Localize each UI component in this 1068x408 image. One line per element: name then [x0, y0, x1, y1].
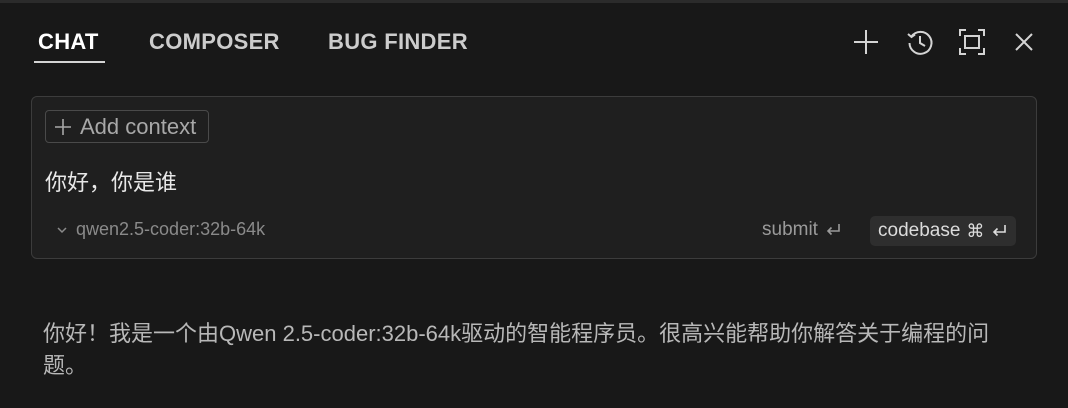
command-key-icon: ⌘ [966, 220, 985, 242]
tab-bug-finder[interactable]: BUG FINDER [328, 29, 468, 55]
plus-icon[interactable] [851, 27, 881, 57]
codebase-label: codebase [878, 220, 961, 241]
tab-bar: CHAT COMPOSER BUG FINDER [0, 3, 1068, 75]
chevron-down-icon [56, 224, 68, 236]
add-context-button[interactable]: Add context [45, 110, 210, 143]
chat-input-box[interactable]: Add context 你好，你是谁 qwen2.5-coder:32b-64k… [31, 96, 1037, 259]
submit-button[interactable]: submit [762, 219, 842, 241]
submit-label: submit [762, 219, 818, 240]
add-context-label: Add context [80, 113, 197, 139]
tab-composer[interactable]: COMPOSER [149, 29, 280, 55]
plus-icon [54, 118, 72, 136]
codebase-button[interactable]: codebase ⌘ [870, 216, 1017, 246]
chat-panel: CHAT COMPOSER BUG FINDER Add context 你好，… [0, 0, 1068, 408]
enter-icon [990, 222, 1008, 240]
maximize-icon[interactable] [957, 27, 987, 57]
model-name: qwen2.5-coder:32b-64k [76, 219, 266, 239]
active-tab-indicator [34, 61, 105, 63]
close-icon[interactable] [1009, 27, 1039, 57]
enter-icon [824, 221, 842, 239]
assistant-response: 你好！我是一个由Qwen 2.5-coder:32b-64k驱动的智能程序员。很… [43, 321, 990, 378]
message-input[interactable]: 你好，你是谁 [45, 165, 177, 197]
history-icon[interactable] [905, 27, 935, 57]
tab-chat[interactable]: CHAT [38, 29, 99, 55]
model-selector[interactable]: qwen2.5-coder:32b-64k [56, 219, 265, 240]
